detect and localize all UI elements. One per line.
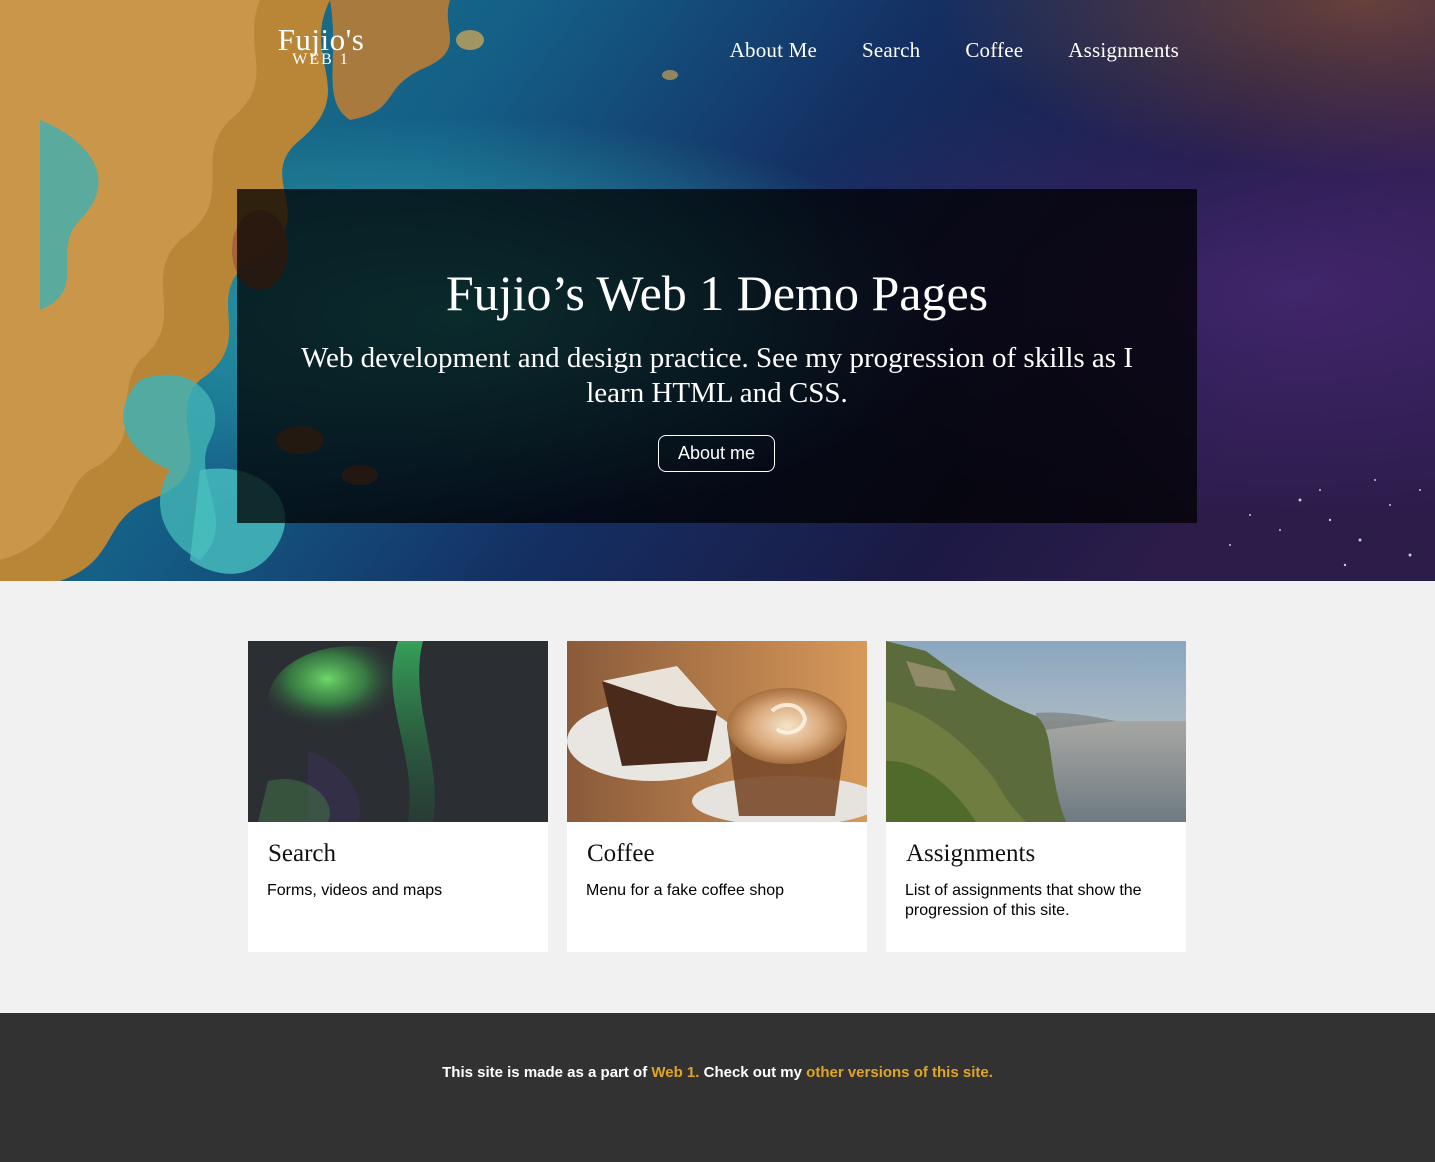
card-title: Assignments	[906, 840, 1036, 867]
card-title: Coffee	[587, 840, 655, 867]
card-description: Menu for a fake coffee shop	[586, 882, 785, 899]
nav-item-search[interactable]: Search	[862, 36, 920, 64]
hero-subtitle: Web development and design practice. See…	[300, 342, 1133, 409]
coffee-and-cake-photo	[567, 641, 867, 822]
web1-link[interactable]: Web 1.	[651, 1064, 699, 1081]
footer-text-before: This site is made as a part of	[442, 1064, 652, 1081]
coastal-cliffs-photo	[886, 641, 1186, 822]
card-assignments[interactable]: Assignments List of assignments that sho…	[886, 641, 1186, 952]
main-nav: About Me Search Coffee Assignments	[685, 36, 1179, 64]
hero-title: Fujio’s Web 1 Demo Pages	[445, 265, 989, 321]
card-search[interactable]: Search Forms, videos and maps	[248, 641, 548, 952]
card-coffee[interactable]: Coffee Menu for a fake coffee shop	[567, 641, 867, 952]
about-me-button[interactable]: About me	[658, 435, 775, 472]
other-versions-link[interactable]: other versions of this site.	[806, 1064, 993, 1081]
aurora-photo	[248, 641, 548, 822]
nav-item-coffee[interactable]: Coffee	[965, 36, 1023, 64]
nav-item-assignments[interactable]: Assignments	[1068, 36, 1179, 64]
footer-text-middle: Check out my	[699, 1064, 807, 1081]
footer-text: This site is made as a part of Web 1. Ch…	[0, 1063, 1435, 1083]
site-logo[interactable]: Fujio's WEB 1	[276, 22, 366, 68]
hero-section: Fujio's WEB 1 About Me Search Coffee Ass…	[0, 0, 1435, 581]
nav-item-about-me[interactable]: About Me	[730, 36, 817, 64]
card-description: Forms, videos and maps	[267, 882, 443, 899]
site-footer: This site is made as a part of Web 1. Ch…	[0, 1013, 1435, 1162]
hero-banner: Fujio’s Web 1 Demo Pages Web development…	[237, 189, 1197, 523]
card-title: Search	[268, 840, 337, 867]
card-description: List of assignments that show the progre…	[905, 882, 1142, 919]
